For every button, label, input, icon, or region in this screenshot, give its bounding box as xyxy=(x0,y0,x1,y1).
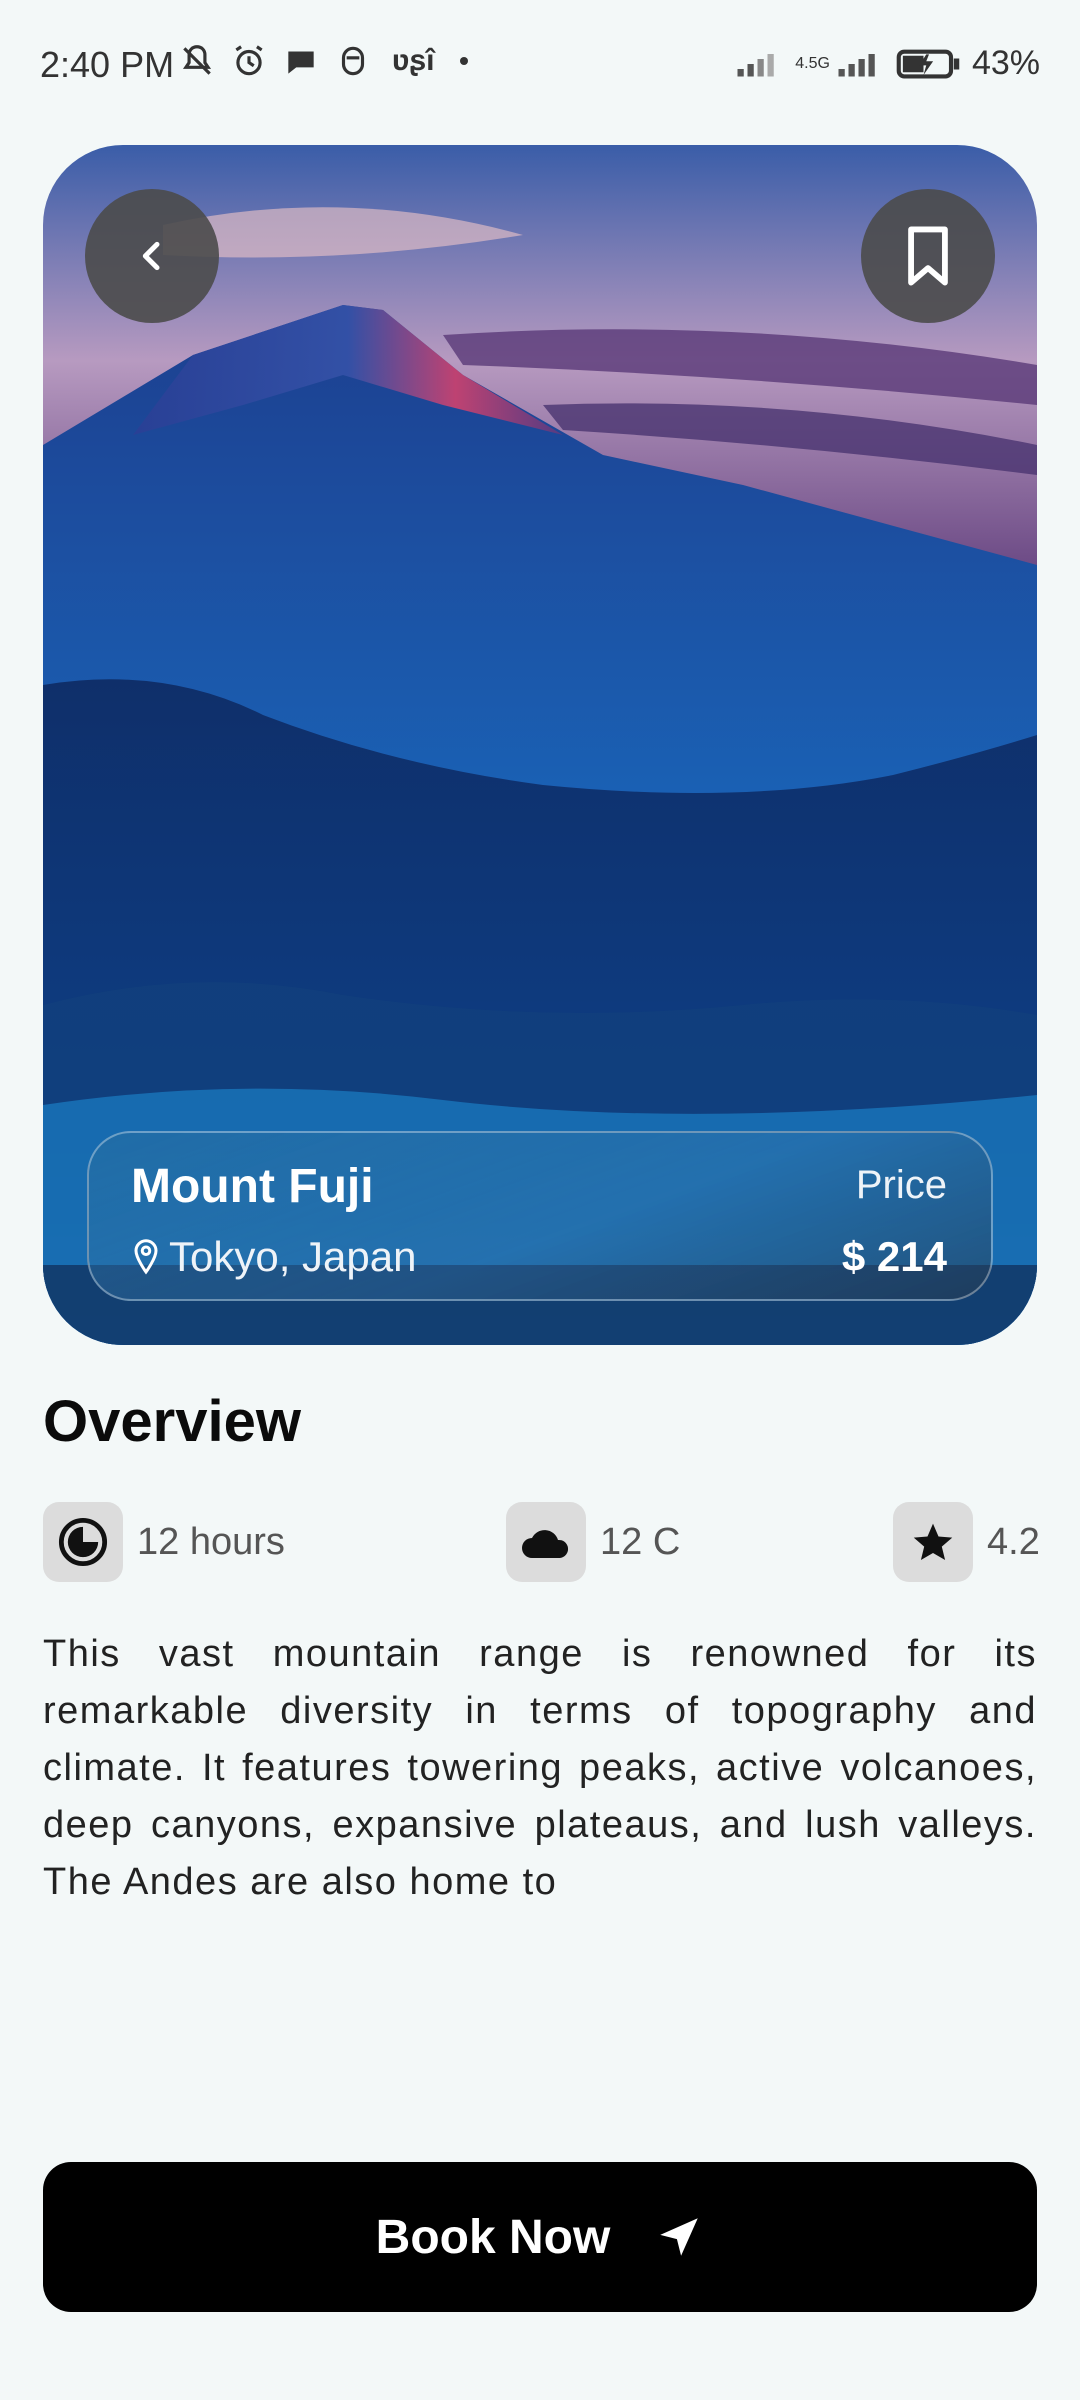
duration-stat: 12 hours xyxy=(43,1502,285,1582)
network-type: 4.5G xyxy=(795,54,830,72)
book-now-button[interactable]: Book Now xyxy=(43,2162,1037,2312)
bookmark-button[interactable] xyxy=(861,189,995,323)
navigation-arrow-icon xyxy=(660,2218,699,2256)
location-pin-icon xyxy=(134,1239,158,1275)
duration-value: 12 hours xyxy=(137,1520,285,1563)
signal-icon xyxy=(737,53,774,76)
price-label: Price xyxy=(855,1163,947,1207)
emoji-icon xyxy=(341,46,365,76)
destination-description: This vast mountain range is renowned for… xyxy=(43,1633,1037,1903)
chevron-left-icon xyxy=(142,241,160,271)
chat-icon xyxy=(288,51,314,74)
rating-stat: 4.2 xyxy=(893,1502,1040,1582)
cloud-icon xyxy=(506,1502,586,1582)
status-time: 2:40 PM xyxy=(40,44,175,85)
book-now-label: Book Now xyxy=(375,2210,611,2264)
alarm-icon xyxy=(235,45,263,76)
back-button[interactable] xyxy=(85,189,219,323)
status-bar: 2:40 PM ʋʂî 4.5G 43% xyxy=(0,0,1080,130)
dot-indicator xyxy=(460,57,469,65)
carrier-badge: ʋʂî xyxy=(392,44,435,77)
clock-icon xyxy=(43,1502,123,1582)
destination-title: Mount Fuji xyxy=(131,1160,374,1213)
battery-icon xyxy=(896,49,960,78)
battery-percent: 43% xyxy=(971,44,1040,82)
status-notification-icons: ʋʂî xyxy=(178,42,469,80)
temperature-value: 12 C xyxy=(600,1520,681,1563)
overview-heading: Overview xyxy=(43,1389,301,1454)
signal-icon-2 xyxy=(838,53,875,76)
rating-value: 4.2 xyxy=(987,1520,1040,1563)
status-right: 4.5G 43% xyxy=(735,44,1040,83)
bell-off-icon xyxy=(182,45,212,75)
star-icon xyxy=(893,1502,973,1582)
price-value: $ 214 xyxy=(841,1233,947,1280)
bookmark-icon xyxy=(908,226,948,286)
weather-stat: 12 C xyxy=(506,1502,680,1582)
destination-hero: Mount Fuji Tokyo, Japan Price $ 214 xyxy=(43,145,1037,1345)
location-text: Tokyo, Japan xyxy=(169,1233,417,1280)
destination-info-card: Mount Fuji Tokyo, Japan Price $ 214 xyxy=(87,1131,993,1301)
destination-location: Tokyo, Japan xyxy=(131,1233,417,1281)
